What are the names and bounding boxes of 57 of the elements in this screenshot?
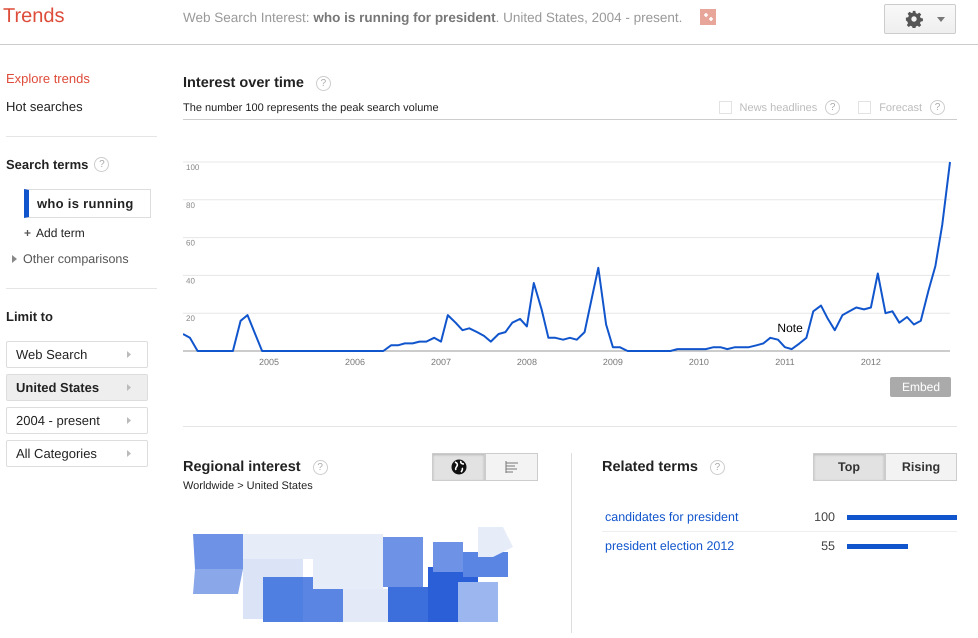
related-term-link[interactable]: president election 2012	[605, 539, 805, 553]
filter-dropdown[interactable]: Web Search	[6, 341, 148, 368]
checkbox[interactable]	[858, 101, 872, 114]
section-title: Limit to	[6, 308, 53, 324]
filter-dropdown[interactable]: 2004 - present	[6, 407, 148, 434]
y-tick-label: 20	[186, 314, 195, 324]
settings-icon	[905, 10, 923, 28]
score-bar	[847, 544, 908, 548]
x-tick-label: 2005	[258, 357, 279, 367]
trends-logo[interactable]: Trends	[3, 4, 183, 28]
y-tick-label: 100	[186, 163, 200, 172]
globe-icon	[450, 459, 466, 475]
chart-caption: The number 100 represents the peak search volume	[183, 102, 439, 114]
share-icon[interactable]	[700, 9, 716, 25]
list-view-button[interactable]	[485, 453, 538, 481]
y-tick-label: 80	[186, 200, 195, 210]
arrow-icon	[127, 384, 131, 391]
y-tick-label: 60	[186, 238, 195, 248]
note-label[interactable]: Note	[777, 320, 803, 335]
x-tick-label: 2011	[775, 357, 795, 367]
x-tick-label: 2009	[602, 357, 623, 367]
expand-arrow-icon[interactable]	[12, 255, 17, 263]
other-comparisons-link[interactable]: Other comparisons	[23, 252, 129, 266]
checkbox[interactable]	[718, 101, 732, 114]
arrow-icon	[127, 351, 131, 358]
x-tick-label: 2008	[516, 357, 537, 367]
filter-dropdown[interactable]: United States	[6, 374, 148, 401]
nav-link[interactable]: Explore trends	[6, 71, 90, 86]
section-title: Regional interest	[183, 459, 301, 475]
search-term-chip[interactable]: who is running	[24, 189, 151, 218]
section-title: Interest over time	[183, 75, 304, 91]
list-icon	[504, 461, 518, 473]
filter-dropdown[interactable]: All Categories	[6, 440, 148, 467]
option-label: Forecast	[879, 102, 922, 114]
arrow-icon	[127, 450, 131, 457]
related-term-link[interactable]: candidates for president	[605, 510, 805, 524]
section-title: Related terms	[602, 459, 698, 475]
score-value: 100	[813, 510, 835, 524]
option-label: News headlines	[740, 102, 818, 114]
tab[interactable]: Rising	[885, 453, 957, 481]
tab[interactable]: Top	[813, 453, 885, 481]
score-value: 55	[820, 539, 835, 553]
map-view-button[interactable]	[432, 453, 485, 481]
settings-button[interactable]	[884, 4, 956, 34]
y-tick-label: 40	[186, 276, 195, 286]
section-title: Search terms	[6, 156, 88, 172]
x-tick-label: 2012	[860, 357, 881, 367]
add-term-link[interactable]: Add term	[36, 226, 85, 240]
add-icon: +	[24, 226, 32, 240]
nav-link[interactable]: Hot searches	[6, 99, 90, 114]
x-tick-label: 2006	[344, 357, 365, 367]
caret-icon	[937, 16, 945, 22]
x-tick-label: 2010	[688, 357, 709, 367]
x-tick-label: 2007	[430, 357, 451, 367]
breadcrumb: Worldwide > United States	[183, 480, 314, 492]
search-summary: Web Search Interest: who is running for president. United States, 2004 - present.	[183, 10, 682, 24]
arrow-icon	[127, 417, 131, 424]
